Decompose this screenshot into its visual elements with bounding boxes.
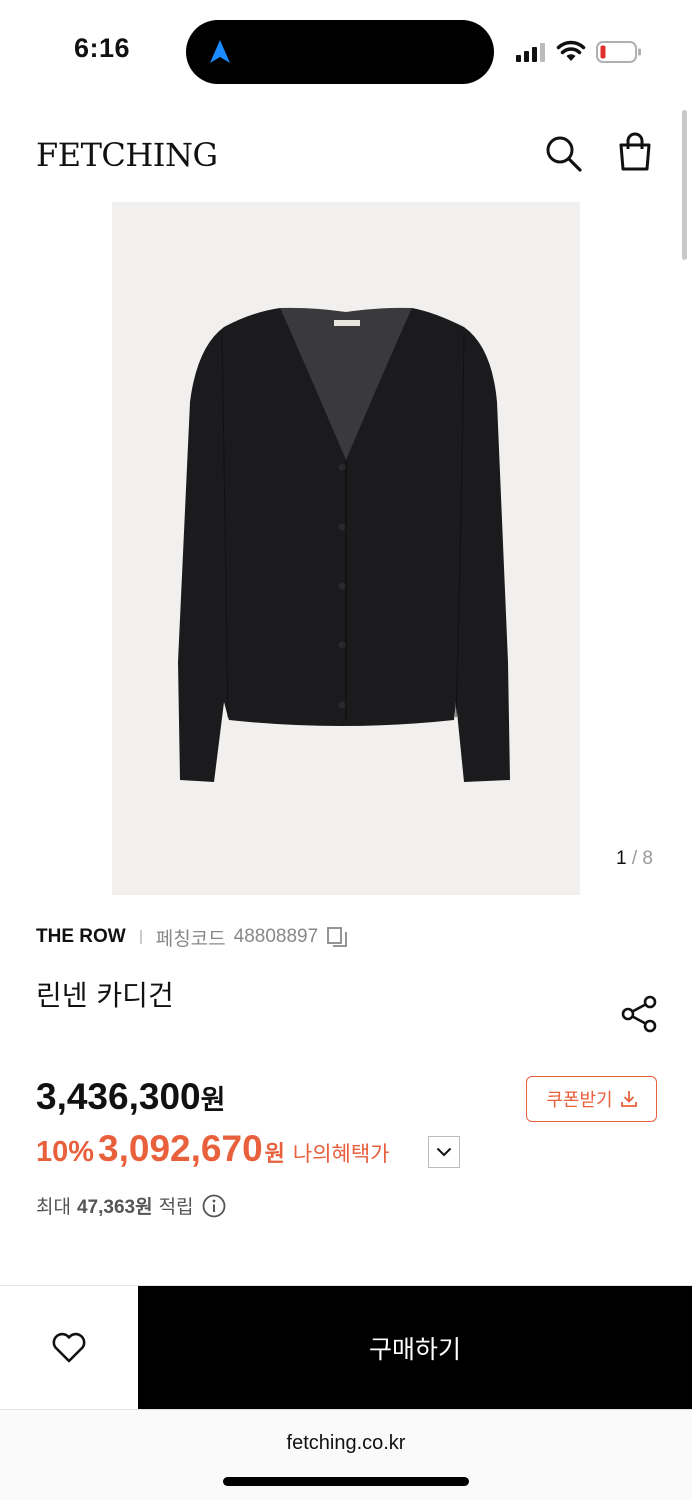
product-code-value: 48808897 xyxy=(233,926,319,947)
brand-divider xyxy=(139,930,142,944)
brand-row: THE ROW 페칭코드 48808897 xyxy=(36,922,348,952)
original-price-value: 3,436,300 xyxy=(36,1076,201,1117)
home-indicator[interactable] xyxy=(223,1477,469,1486)
sale-price-row: 10% 3,092,670 원 나의혜택가 xyxy=(36,1128,390,1170)
share-icon[interactable] xyxy=(620,994,660,1034)
benefit-expand-button[interactable] xyxy=(428,1136,460,1168)
product-name: 린넨 카디건 xyxy=(36,979,174,1012)
points-row: 최대 47,363원 적립 xyxy=(36,1192,226,1219)
image-counter: 1 / 8 xyxy=(616,848,653,870)
original-price: 3,436,300원 xyxy=(36,1076,225,1118)
cardigan-image xyxy=(178,307,510,782)
download-icon xyxy=(620,1091,637,1107)
dynamic-island xyxy=(186,20,494,84)
points-value: 47,363원 xyxy=(76,1197,153,1218)
chevron-down-icon xyxy=(436,1147,452,1157)
heart-icon xyxy=(52,1332,86,1363)
sale-price: 3,092,670 xyxy=(98,1128,263,1169)
discount-rate: 10% xyxy=(36,1136,95,1168)
buy-button[interactable]: 구매하기 xyxy=(138,1286,692,1410)
coupon-button[interactable]: 쿠폰받기 xyxy=(526,1076,657,1122)
image-counter-current: 1 xyxy=(616,848,627,869)
navigation-arrow-icon xyxy=(210,40,230,63)
site-header: FETCHING xyxy=(0,120,692,190)
status-time: 6:16 xyxy=(74,33,131,63)
sale-price-unit: 원 xyxy=(264,1142,285,1167)
shopping-bag-icon[interactable] xyxy=(614,132,656,174)
coupon-button-label: 쿠폰받기 xyxy=(546,1090,613,1111)
battery-low-icon xyxy=(596,41,641,63)
wishlist-button[interactable] xyxy=(0,1286,138,1410)
fetching-logo[interactable]: FETCHING xyxy=(36,136,218,174)
points-prefix: 최대 xyxy=(36,1196,71,1218)
status-bar: 6:16 xyxy=(0,0,692,100)
my-benefit-label: 나의혜택가 xyxy=(292,1142,390,1166)
page-scrollbar[interactable] xyxy=(682,110,687,260)
cellular-signal-icon xyxy=(516,43,545,62)
url-text[interactable]: fetching.co.kr xyxy=(0,1432,692,1455)
search-icon[interactable] xyxy=(544,134,584,174)
info-icon[interactable] xyxy=(202,1194,226,1218)
product-image[interactable] xyxy=(112,202,580,895)
wifi-icon xyxy=(556,40,586,61)
image-counter-separator: / xyxy=(626,848,643,869)
image-counter-total: 8 xyxy=(642,848,653,869)
product-code-label: 페칭코드 xyxy=(155,927,226,950)
copy-icon[interactable] xyxy=(326,926,348,948)
original-price-unit: 원 xyxy=(200,1085,226,1116)
brand-name[interactable]: THE ROW xyxy=(36,926,126,948)
bottom-action-bar: 구매하기 xyxy=(0,1285,692,1410)
points-suffix: 적립 xyxy=(158,1196,194,1218)
product-page: 6:16 FETCHING 1 / 8 THE ROW 페칭코드 4880889… xyxy=(0,0,692,1500)
browser-url-bar: fetching.co.kr xyxy=(0,1409,692,1500)
